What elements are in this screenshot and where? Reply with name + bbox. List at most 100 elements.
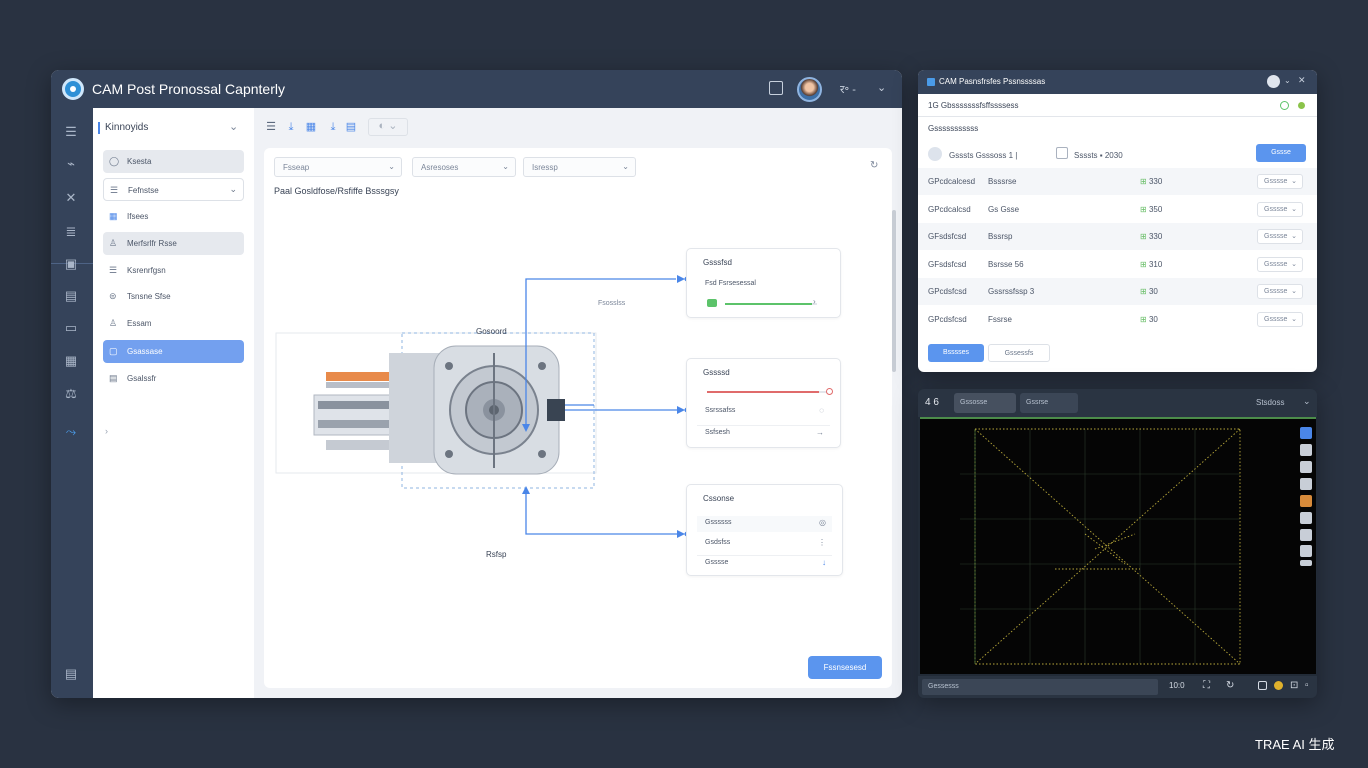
chevron-down-icon[interactable]: ⌄: [1284, 76, 1291, 85]
param-select[interactable]: Gsssse ⌄: [1257, 229, 1303, 244]
viewer-tab[interactable]: Gssrse: [1020, 393, 1078, 413]
process-card[interactable]: Gssssd Ssrssafss ◌ Ssfsesh →: [686, 358, 841, 448]
language-selector[interactable]: र॰ -: [840, 82, 856, 97]
nav-item-active[interactable]: ▢ Gsassase: [103, 340, 244, 363]
param-row[interactable]: GPcdsfcsd Gssrssfssp 3 ⊞ 30 Gsssse ⌄: [918, 278, 1317, 305]
viewer-toolbar: 4 6 Gssosse Gssrse Stsdoss ⌄: [918, 389, 1317, 417]
arrow-right-icon[interactable]: →: [816, 428, 824, 437]
download-icon[interactable]: ↓: [822, 558, 826, 567]
layers-icon[interactable]: ≣: [62, 224, 80, 240]
cursor-icon[interactable]: [1300, 461, 1312, 473]
list-icon[interactable]: ☰: [62, 124, 80, 140]
secondary-button[interactable]: Gssessfs: [988, 344, 1050, 362]
balance-icon[interactable]: ⚖: [62, 386, 80, 402]
param-select[interactable]: Gsssse ⌄: [1257, 202, 1303, 217]
print-icon[interactable]: [1300, 512, 1312, 524]
user-icon: ♙: [109, 238, 118, 248]
nav-item[interactable]: ♙ Essam: [103, 312, 244, 335]
slider-track[interactable]: [725, 303, 817, 305]
param-type: Bsrsse 56: [988, 260, 1024, 269]
apply-button[interactable]: Fssnsesesd: [808, 656, 882, 679]
box-icon: ▢: [109, 346, 118, 356]
stack-icon[interactable]: [1300, 545, 1312, 557]
avatar[interactable]: [1267, 75, 1280, 88]
settings-icon[interactable]: ◎: [819, 518, 826, 527]
select-icon[interactable]: [1300, 427, 1312, 439]
copy-icon[interactable]: [1300, 529, 1312, 541]
window-toggle-icon[interactable]: [769, 81, 783, 95]
param-row[interactable]: GPcdcalcsd Gs Gsse ⊞ 350 Gsssse ⌄: [918, 196, 1317, 223]
folder-icon[interactable]: [1300, 444, 1312, 456]
param-row[interactable]: GFsdsfcsd Bsrsse 56 ⊞ 310 Gsssse ⌄: [918, 251, 1317, 278]
toolpath-canvas[interactable]: [920, 417, 1316, 674]
param-name: GPcdsfcsd: [928, 315, 967, 324]
viewer-tab[interactable]: Gssosse: [954, 393, 1016, 413]
square-icon[interactable]: [1258, 681, 1267, 690]
param-name: GPcdsfcsd: [928, 287, 967, 296]
chevron-down-icon[interactable]: ⌄: [229, 120, 238, 133]
nav-item-label: Tsnsne Sfse: [127, 292, 171, 301]
chevron-down-icon[interactable]: ⌄: [1303, 396, 1311, 407]
view-mode-select[interactable]: Stsdoss: [1256, 398, 1284, 407]
chevron-right-icon[interactable]: ›: [105, 426, 108, 436]
list-icon[interactable]: ☰: [264, 120, 278, 134]
param-select[interactable]: Gsssse ⌄: [1257, 257, 1303, 272]
layers-icon[interactable]: ▤: [344, 120, 358, 134]
vertical-scrollbar[interactable]: [892, 210, 896, 372]
toolpath-svg: [960, 428, 1241, 665]
avatar[interactable]: [797, 77, 822, 102]
nav-item[interactable]: ⊜ Tsnsne Sfse: [103, 285, 244, 308]
close-icon[interactable]: ✕: [1298, 75, 1306, 86]
tool-holder: [547, 399, 565, 421]
nav-item[interactable]: ▦ Ifsees: [103, 205, 244, 228]
settings-icon: ⊜: [109, 291, 117, 301]
fit-icon[interactable]: ⛶: [1203, 680, 1210, 691]
image-icon[interactable]: ▣: [62, 256, 80, 272]
status-field[interactable]: Gessesss: [922, 679, 1158, 695]
tool-icon[interactable]: ✕: [62, 190, 80, 206]
more-icon[interactable]: ⋮: [818, 538, 826, 547]
process-card[interactable]: Gsssfsd Fsd Fsrsesessal ›: [686, 248, 841, 318]
param-row[interactable]: GFsdsfcsd Bssrsp ⊞ 330 Gsssse ⌄: [918, 223, 1317, 250]
grid-icon[interactable]: ▦: [62, 353, 80, 369]
rotate-icon[interactable]: ↻: [1226, 680, 1234, 691]
nav-item[interactable]: ♙ Merfsrlfr Rsse: [103, 232, 244, 255]
param-select[interactable]: Gsssse ⌄: [1257, 174, 1303, 189]
checkbox[interactable]: [1056, 147, 1068, 159]
monitor-icon[interactable]: ▭: [62, 320, 80, 336]
chart-icon[interactable]: ⌁: [62, 156, 80, 172]
primary-button[interactable]: Gssse: [1256, 144, 1306, 162]
process-card[interactable]: Cssonse Gssssss ◎ Gsdsfss ⋮ Gsssse ↓: [686, 484, 843, 576]
download-icon[interactable]: ⤓: [326, 120, 340, 134]
param-select[interactable]: Gsssse ⌄: [1257, 284, 1303, 299]
database-icon[interactable]: ▤: [62, 288, 80, 304]
refresh-icon[interactable]: [928, 147, 942, 161]
logout-icon[interactable]: ▤: [62, 666, 80, 682]
slider-handle[interactable]: [826, 388, 833, 395]
toggle-icon[interactable]: [1280, 101, 1289, 110]
nav-item[interactable]: ◯ Ksesta: [103, 150, 244, 173]
nav-item[interactable]: ▤ Gsalssfr: [103, 367, 244, 390]
download-icon[interactable]: ⤓: [284, 120, 298, 134]
layers-icon[interactable]: [1300, 478, 1312, 490]
param-row[interactable]: GPcdsfcsd Fssrse ⊞ 30 Gsssse ⌄: [918, 306, 1317, 333]
chevron-down-icon[interactable]: ⌄: [877, 81, 886, 94]
card-row: Gsssse ↓: [697, 555, 832, 571]
info-icon[interactable]: ◌: [819, 406, 824, 415]
param-row[interactable]: GPcdcalcesd Bsssrse ⊞ 330 Gsssse ⌄: [918, 168, 1317, 195]
bar-icon[interactable]: [1300, 560, 1312, 566]
nav-item[interactable]: ☰ Fefnstse ⌄: [103, 178, 244, 201]
lock-icon[interactable]: ⊡: [1290, 680, 1298, 691]
link-icon[interactable]: ⤳: [62, 424, 80, 440]
record-icon[interactable]: [1274, 681, 1283, 690]
bolt: [445, 362, 453, 370]
nav-item[interactable]: ☰ Ksrenrfgsn: [103, 259, 244, 282]
watermark: TRAE AI 生成: [1255, 737, 1335, 752]
view-dropdown[interactable]: ◐ ⌄: [368, 118, 408, 136]
table-icon[interactable]: ▦: [304, 120, 318, 134]
more-icon[interactable]: ▫: [1305, 680, 1309, 691]
slider-track[interactable]: [707, 388, 833, 395]
param-select[interactable]: Gsssse ⌄: [1257, 312, 1303, 327]
pin-icon[interactable]: [1300, 495, 1312, 507]
save-button[interactable]: Bsssses: [928, 344, 984, 362]
